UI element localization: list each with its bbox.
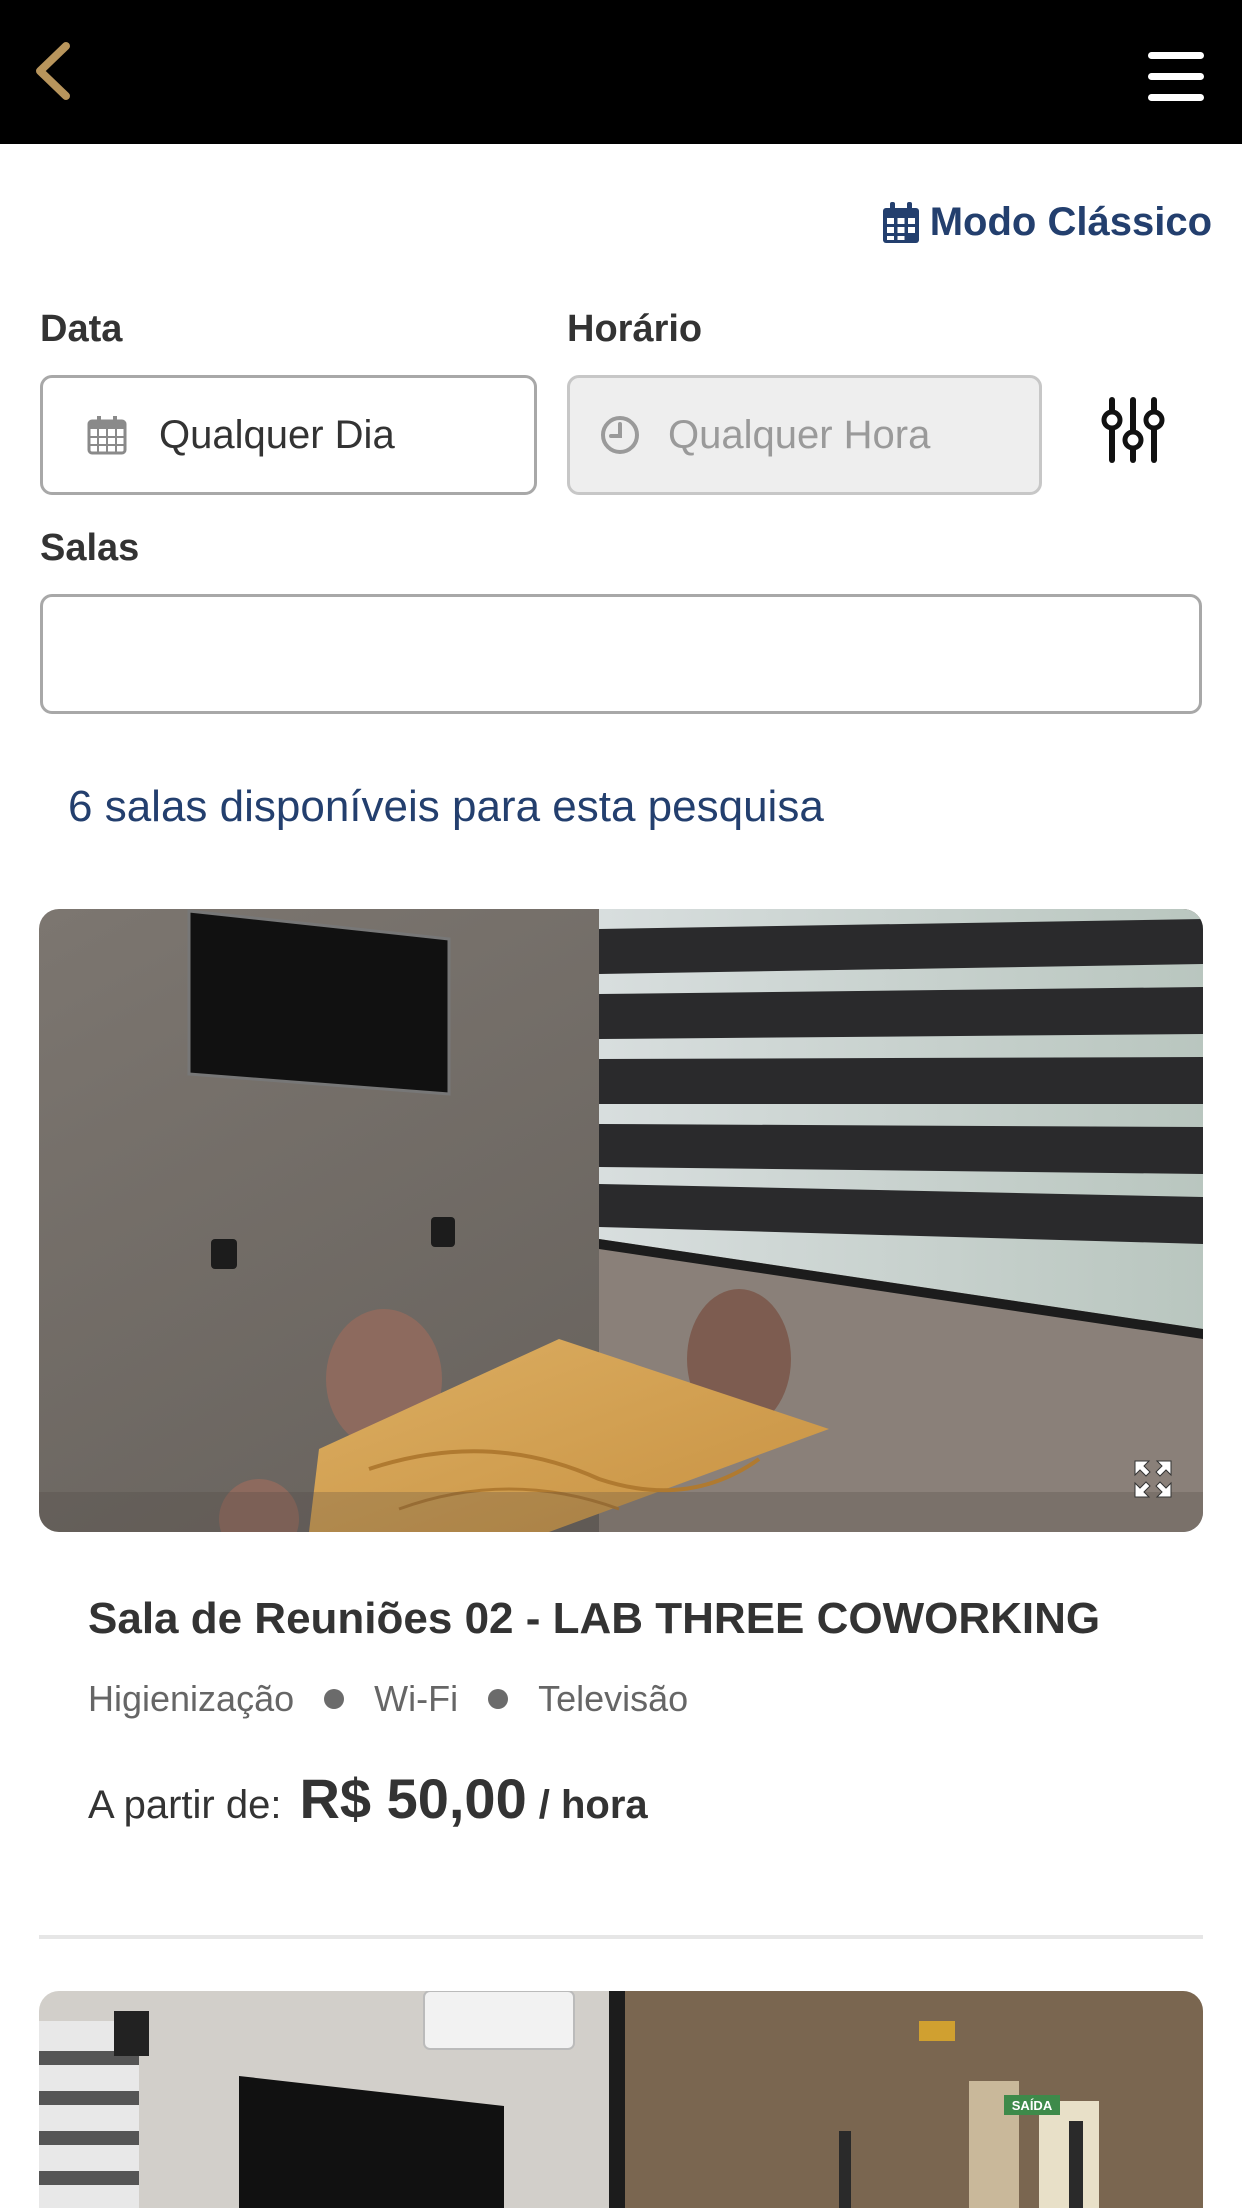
amenity-item: Wi-Fi <box>374 1678 459 1719</box>
top-bar <box>0 0 1242 144</box>
calendar-icon <box>87 416 127 455</box>
exit-sign: SAÍDA <box>1012 2098 1053 2113</box>
rooms-input[interactable] <box>40 594 1202 714</box>
classic-mode-link[interactable]: Modo Clássico <box>882 200 1212 245</box>
price-amount: R$ 50,00 <box>299 1767 527 1830</box>
time-value: Qualquer Hora <box>668 412 931 457</box>
separator-dot <box>324 1689 345 1709</box>
amenity-item: Higienização <box>88 1678 295 1719</box>
room-photo-image <box>39 909 1203 1532</box>
date-field[interactable]: Qualquer Dia <box>40 375 537 495</box>
calendar-icon <box>882 201 919 243</box>
hamburger-menu-icon <box>1148 52 1204 101</box>
room-photo-image: SAÍDA <box>39 1991 1203 2208</box>
amenities-list: Higienização Wi-Fi Televisão <box>88 1678 688 1720</box>
room-photo[interactable]: SAÍDA <box>39 1991 1203 2208</box>
sliders-icon <box>1101 397 1165 463</box>
classic-mode-label: Modo Clássico <box>929 200 1212 244</box>
separator-dot <box>488 1689 509 1709</box>
rooms-label: Salas <box>40 527 140 569</box>
results-count: 6 salas disponíveis para esta pesquisa <box>68 782 824 831</box>
expand-icon[interactable] <box>1133 1459 1173 1499</box>
amenity-item: Televisão <box>538 1678 689 1719</box>
time-field[interactable]: Qualquer Hora <box>567 375 1042 495</box>
clock-icon <box>601 416 639 454</box>
price-prefix: A partir de: <box>88 1783 282 1827</box>
price-unit: / hora <box>538 1783 648 1827</box>
card-divider <box>39 1935 1203 1939</box>
room-title[interactable]: Sala de Reuniões 02 - LAB THREE COWORKIN… <box>88 1594 1100 1644</box>
menu-button[interactable] <box>1146 50 1206 104</box>
room-photo[interactable] <box>39 909 1203 1532</box>
filter-button[interactable] <box>1100 396 1166 464</box>
date-value: Qualquer Dia <box>159 412 395 457</box>
time-label: Horário <box>567 308 703 350</box>
chevron-left-icon <box>36 42 70 100</box>
back-button[interactable] <box>30 38 76 104</box>
price-row: A partir de: R$ 50,00 / hora <box>88 1766 648 1831</box>
date-label: Data <box>40 308 123 350</box>
